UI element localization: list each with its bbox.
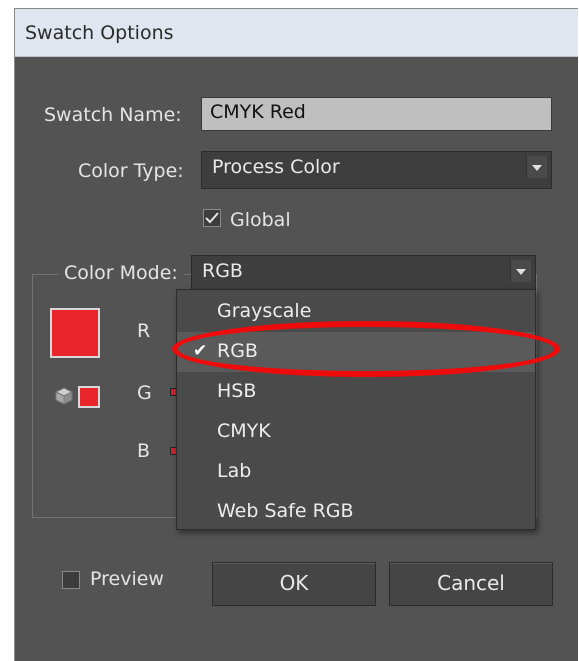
color-type-label: Color Type: [78,160,184,182]
preview-checkbox[interactable] [62,571,80,589]
chevron-down-icon[interactable] [526,156,547,178]
menu-item-label: Lab [217,460,252,482]
ok-button[interactable]: OK [212,562,376,606]
menu-item-rgb[interactable]: ✔ RGB [177,332,535,372]
title-bar: Swatch Options [15,9,578,57]
color-mode-dropdown[interactable]: RGB [191,255,536,291]
swatch-name-input[interactable]: CMYK Red [201,97,552,131]
gamut-swatch[interactable] [78,386,100,408]
menu-item-label: RGB [217,340,258,362]
dialog-title: Swatch Options [25,22,174,44]
menu-item-lab[interactable]: Lab [177,452,535,492]
menu-item-cmyk[interactable]: CMYK [177,412,535,452]
chevron-down-icon[interactable] [510,260,531,282]
color-type-dropdown[interactable]: Process Color [201,151,552,189]
checkmark-icon [205,212,219,224]
menu-item-label: HSB [217,380,257,402]
cancel-button[interactable]: Cancel [389,562,553,606]
menu-item-label: CMYK [217,420,271,442]
menu-item-hsb[interactable]: HSB [177,372,535,412]
global-label: Global [230,209,291,231]
menu-item-web-safe-rgb[interactable]: Web Safe RGB [177,492,535,532]
channel-g-label: G [137,382,152,404]
color-type-value: Process Color [212,156,340,178]
global-checkbox[interactable] [203,209,221,227]
menu-item-label: Grayscale [217,300,312,322]
ok-button-label: OK [279,571,309,595]
color-mode-label: Color Mode: [58,262,184,284]
menu-item-label: Web Safe RGB [217,500,354,522]
menu-item-grayscale[interactable]: Grayscale [177,292,535,332]
channel-b-label: B [137,440,151,462]
color-mode-value: RGB [202,260,243,282]
cancel-button-label: Cancel [437,571,505,595]
swatch-name-label: Swatch Name: [44,104,182,126]
out-of-gamut-cube-icon[interactable] [54,386,74,406]
swatch-preview [50,308,100,358]
checkmark-icon: ✔ [193,341,208,361]
color-mode-menu: Grayscale ✔ RGB HSB CMYK Lab Web Safe RG… [176,289,536,530]
channel-r-label: R [137,320,151,342]
preview-label: Preview [90,568,164,590]
